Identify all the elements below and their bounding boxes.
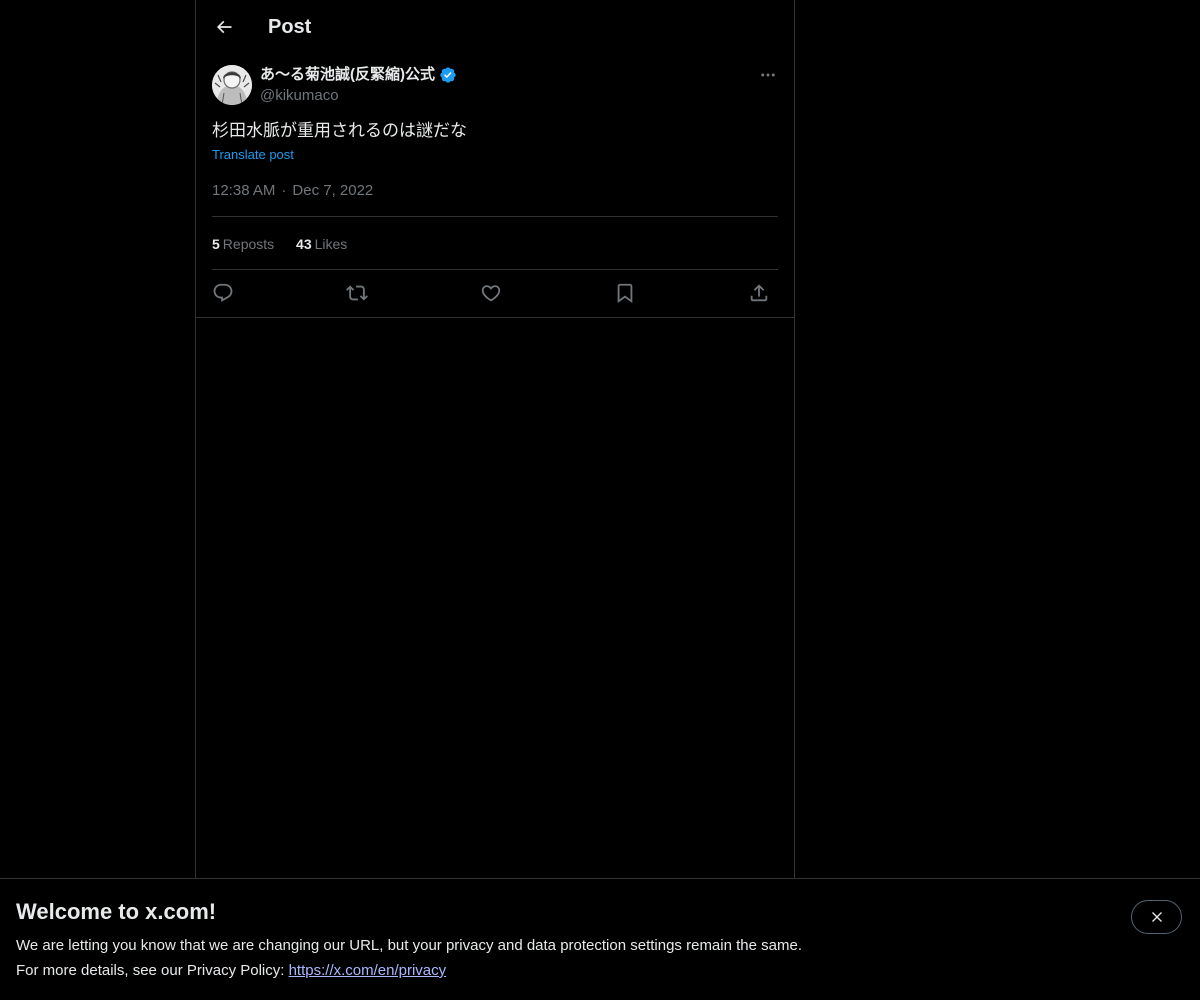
more-options-button[interactable] bbox=[754, 62, 782, 88]
welcome-banner: Welcome to x.com! We are letting you kno… bbox=[0, 878, 1200, 1000]
post-meta: 12:38 AM · Dec 7, 2022 bbox=[212, 181, 373, 201]
privacy-policy-link[interactable]: https://x.com/en/privacy bbox=[289, 962, 447, 979]
bookmark-icon bbox=[617, 283, 633, 304]
reposts-stat[interactable]: 5 Reposts bbox=[212, 234, 274, 254]
arrow-left-icon bbox=[216, 20, 232, 34]
reply-button[interactable] bbox=[208, 280, 238, 306]
meta-separator: · bbox=[281, 182, 287, 199]
divider bbox=[196, 317, 794, 318]
post-text: 杉田水脈が重用されるのは謎だな bbox=[212, 121, 467, 141]
likes-stat[interactable]: 43 Likes bbox=[296, 234, 347, 254]
reposts-count: 5 bbox=[212, 236, 220, 252]
banner-title: Welcome to x.com! bbox=[16, 899, 217, 924]
share-icon bbox=[750, 284, 768, 302]
primary-column: Post あ〜る菊池誠(反緊縮)公式 @kikumaco 杉田水脈が重用されるの… bbox=[195, 0, 795, 1000]
share-button[interactable] bbox=[744, 280, 774, 306]
repost-icon bbox=[346, 285, 368, 301]
back-button[interactable] bbox=[208, 9, 240, 45]
repost-button[interactable] bbox=[342, 280, 372, 306]
likes-count: 43 bbox=[296, 236, 312, 252]
banner-message: We are letting you know that we are chan… bbox=[16, 937, 802, 954]
reply-icon bbox=[213, 283, 233, 302]
post-stats: 5 Reposts 43 Likes bbox=[212, 234, 365, 254]
more-dots-icon bbox=[761, 73, 775, 77]
likes-label: Likes bbox=[314, 236, 348, 252]
close-banner-button[interactable] bbox=[1131, 900, 1182, 934]
author-handle[interactable]: @kikumaco bbox=[260, 86, 339, 106]
banner-privacy-prefix: For more details, see our Privacy Policy… bbox=[16, 962, 289, 979]
author-display-name[interactable]: あ〜る菊池誠(反緊縮)公式 bbox=[260, 65, 435, 85]
post-date[interactable]: Dec 7, 2022 bbox=[292, 182, 373, 199]
page-title: Post bbox=[268, 16, 312, 38]
post-time[interactable]: 12:38 AM bbox=[212, 182, 275, 199]
post-header: Post bbox=[196, 0, 794, 53]
avatar[interactable] bbox=[212, 65, 252, 105]
close-icon bbox=[1151, 912, 1162, 922]
avatar-image bbox=[212, 65, 252, 105]
like-button[interactable] bbox=[476, 280, 506, 306]
verified-badge-icon bbox=[440, 67, 456, 83]
action-bar bbox=[212, 280, 778, 306]
like-icon bbox=[481, 285, 501, 302]
banner-privacy-line: For more details, see our Privacy Policy… bbox=[16, 961, 446, 981]
translate-post-link[interactable]: Translate post bbox=[212, 146, 294, 164]
divider bbox=[212, 269, 778, 270]
reposts-label: Reposts bbox=[222, 236, 275, 252]
bookmark-button[interactable] bbox=[610, 280, 640, 306]
divider bbox=[212, 216, 778, 217]
